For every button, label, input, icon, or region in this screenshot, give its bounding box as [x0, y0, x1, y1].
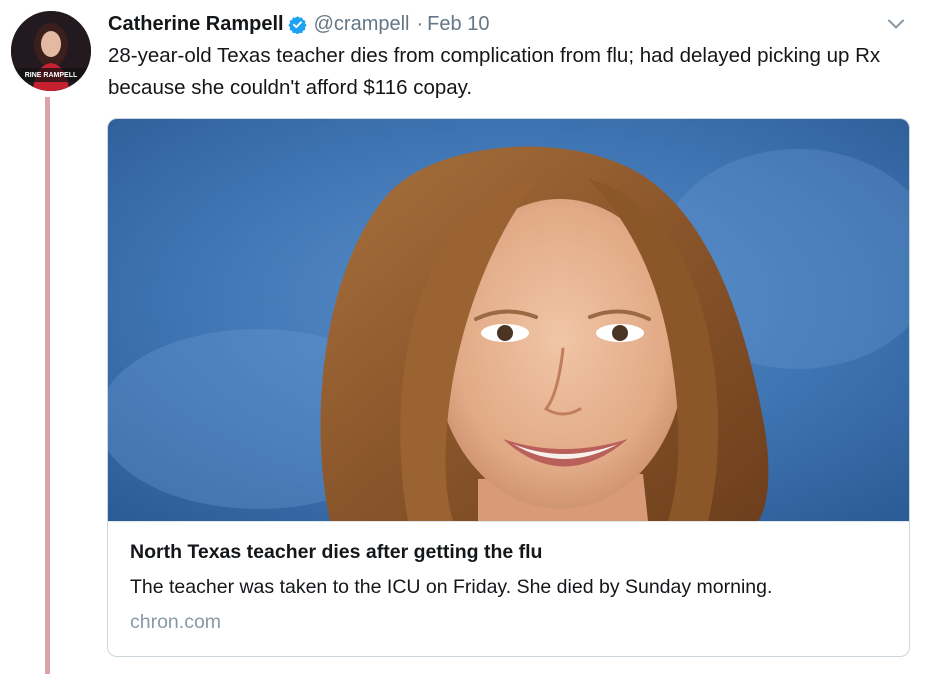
card-title[interactable]: North Texas teacher dies after getting t… — [130, 541, 542, 564]
card-image[interactable] — [108, 119, 909, 521]
header-separator: · — [416, 12, 424, 35]
tweet-header: Catherine Rampell @crampell · Feb 10 — [108, 10, 489, 38]
avatar[interactable]: RINE RAMPELL — [11, 11, 91, 91]
author-name[interactable]: Catherine Rampell — [108, 13, 284, 36]
avatar-photo: RINE RAMPELL — [11, 11, 91, 91]
chevron-down-icon[interactable] — [886, 14, 906, 34]
card-description: The teacher was taken to the ICU on Frid… — [130, 576, 773, 598]
avatar-caption: RINE RAMPELL — [25, 72, 78, 79]
thread-line — [45, 97, 50, 674]
tweet-text: 28-year-old Texas teacher dies from comp… — [108, 44, 881, 99]
card-domain[interactable]: chron.com — [130, 611, 221, 634]
card-body[interactable]: North Texas teacher dies after getting t… — [108, 521, 909, 656]
tweet[interactable]: RINE RAMPELL Catherine Rampell @crampell… — [0, 0, 940, 674]
verified-badge-icon — [288, 15, 307, 34]
tweet-date[interactable]: Feb 10 — [427, 13, 489, 36]
link-card[interactable]: North Texas teacher dies after getting t… — [107, 118, 910, 657]
author-handle[interactable]: @crampell — [314, 13, 410, 36]
